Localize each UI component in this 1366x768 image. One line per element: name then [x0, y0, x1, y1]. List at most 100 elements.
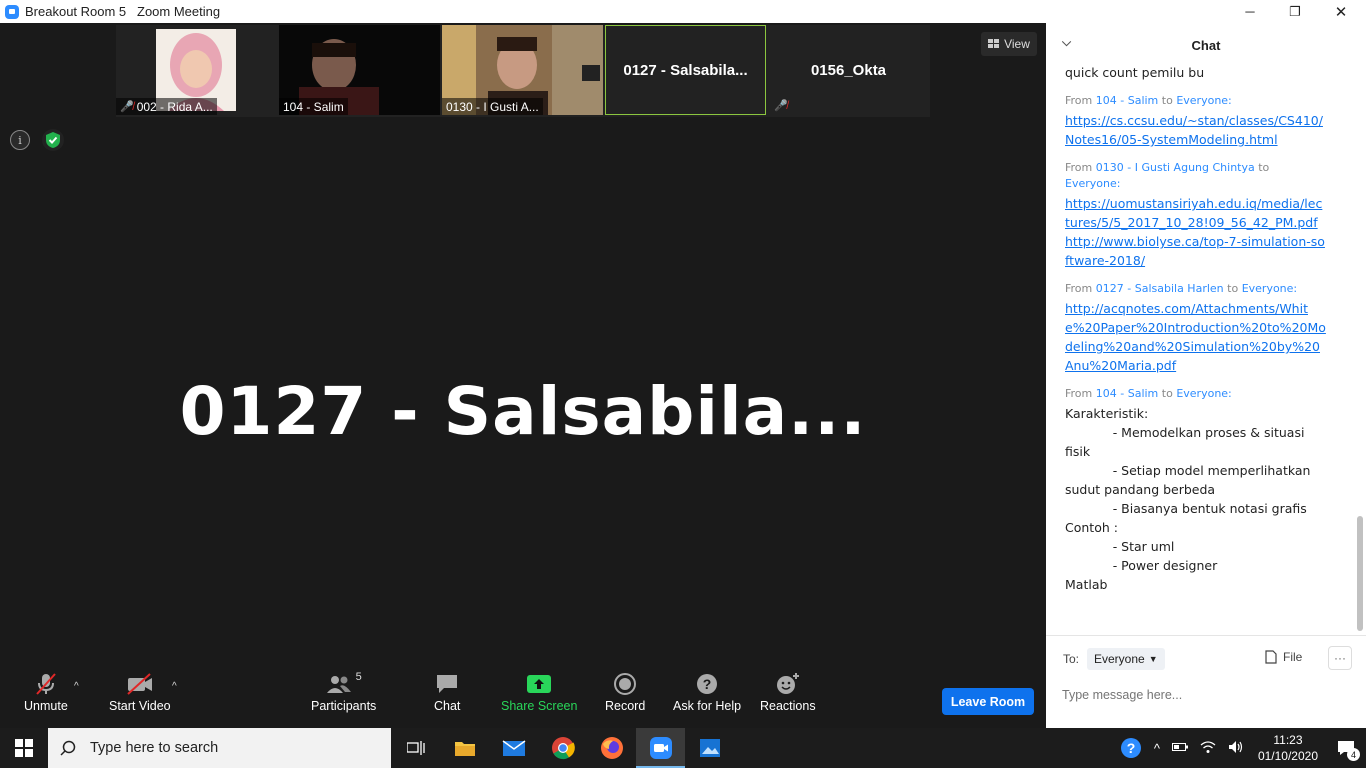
volume-icon[interactable]: [1228, 740, 1244, 757]
to-label: To:: [1063, 652, 1080, 666]
participant-tile-salsabila[interactable]: 0127 - Salsabila...: [605, 25, 766, 115]
participant-tile-igusti[interactable]: 0130 - I Gusti A...: [442, 25, 603, 115]
chat-message-link[interactable]: https://cs.ccsu.edu/~stan/classes/CS410/…: [1065, 111, 1326, 149]
encryption-shield-icon[interactable]: [42, 129, 64, 151]
taskbar-firefox[interactable]: [587, 728, 636, 768]
video-options-chevron-icon[interactable]: ^: [172, 681, 177, 692]
video-off-icon: [127, 673, 152, 695]
chat-message-sender: From 104 - Salim to Everyone:: [1065, 387, 1232, 400]
muted-microphone-icon: [36, 673, 56, 695]
participant-tile-rida[interactable]: 🎤̸ 002 - Rida A...: [116, 25, 277, 115]
wifi-icon[interactable]: [1200, 740, 1216, 757]
share-screen-button[interactable]: Share Screen: [501, 669, 577, 713]
taskbar-photos[interactable]: [685, 728, 734, 768]
gallery-grid-icon: [988, 39, 1000, 48]
windows-logo-icon: [15, 739, 33, 757]
chat-compose: To: Everyone ▼ File ···: [1046, 635, 1366, 728]
leave-room-button[interactable]: Leave Room: [942, 688, 1034, 715]
chat-message-link[interactable]: http://www.biolyse.ca/top-7-simulation-s…: [1065, 232, 1326, 270]
window-titlebar: Breakout Room 5 Zoom Meeting ─ ❐ ✕: [0, 0, 1366, 23]
participant-name-rida: 🎤̸ 002 - Rida A...: [116, 98, 217, 115]
chat-message-link[interactable]: http://acqnotes.com/Attachments/White%20…: [1065, 299, 1326, 375]
participant-tile-okta[interactable]: 0156_Okta 🎤̸: [768, 25, 929, 115]
audio-options-chevron-icon[interactable]: ^: [74, 681, 79, 692]
chat-scrollbar-thumb[interactable]: [1357, 516, 1363, 631]
system-tray: ? ^ 11:23 01/10/2020 4: [1118, 728, 1366, 768]
clock-time: 11:23: [1273, 733, 1303, 747]
recipient-dropdown[interactable]: Everyone ▼: [1087, 648, 1165, 670]
zoom-icon: [649, 737, 672, 759]
chrome-icon: [551, 737, 575, 760]
participant-name-igusti: 0130 - I Gusti A...: [442, 98, 543, 115]
minimize-button[interactable]: ─: [1227, 0, 1273, 23]
chat-panel: ⌵ Chat quick count pemilu bu From 104 - …: [1046, 23, 1366, 728]
chat-message-text: quick count pemilu bu: [1065, 65, 1205, 80]
chat-button[interactable]: Chat: [434, 669, 460, 713]
participant-tile-salim[interactable]: 104 - Salim: [279, 25, 440, 115]
participants-icon: [326, 676, 351, 693]
unmute-button[interactable]: Unmute: [24, 669, 68, 713]
muted-mic-icon: 🎤̸: [774, 100, 788, 112]
participant-name-okta: 0156_Okta: [810, 61, 887, 79]
meeting-video-area: 🎤̸ 002 - Rida A... 104 - Salim 0130 - I G: [0, 23, 1046, 663]
more-options-button[interactable]: ···: [1328, 646, 1352, 670]
chevron-down-icon: ▼: [1148, 654, 1158, 664]
chat-message-sender: From 104 - Salim to Everyone:: [1065, 94, 1232, 107]
chat-scrollbar[interactable]: [1357, 70, 1363, 633]
mail-icon: [502, 740, 525, 756]
meeting-toolbar: Unmute ^ Start Video ^ 5 Participants Ch…: [0, 663, 1046, 728]
meeting-info-icon[interactable]: i: [10, 130, 30, 150]
participants-count: 5: [355, 671, 362, 683]
reactions-smiley-icon: [776, 673, 799, 694]
collapse-chevron-icon[interactable]: ⌵: [1062, 35, 1071, 50]
taskbar-chrome[interactable]: [538, 728, 587, 768]
svg-text:?: ?: [1127, 740, 1136, 756]
participant-strip: 🎤̸ 002 - Rida A... 104 - Salim 0130 - I G: [116, 25, 930, 117]
taskbar-file-explorer[interactable]: [440, 728, 489, 768]
photos-icon: [699, 739, 720, 757]
ask-for-help-button[interactable]: ? Ask for Help: [673, 669, 741, 713]
record-button[interactable]: Record: [605, 669, 645, 713]
record-icon: [614, 673, 637, 695]
search-icon: [60, 740, 76, 756]
chat-message: From 0130 - I Gusti Agung Chintya to Eve…: [1046, 160, 1366, 270]
chat-message: From 104 - Salim to Everyone: Karakteris…: [1046, 386, 1366, 594]
taskbar-zoom[interactable]: [636, 728, 685, 768]
chat-message-sender: From 0130 - I Gusti Agung Chintya to Eve…: [1065, 161, 1270, 190]
participants-button[interactable]: 5 Participants: [311, 669, 376, 713]
windows-start-button[interactable]: [0, 728, 48, 768]
chat-message-sender: From 0127 - Salsabila Harlen to Everyone…: [1065, 282, 1298, 295]
chat-header: ⌵ Chat: [1046, 23, 1366, 67]
taskbar-search-box[interactable]: Type here to search: [48, 728, 391, 768]
window-title: Breakout Room 5 Zoom Meeting: [25, 4, 221, 19]
participant-name-salsabila: 0127 - Salsabila...: [623, 61, 748, 79]
chat-message-input[interactable]: [1062, 683, 1352, 707]
reactions-button[interactable]: Reactions: [760, 669, 816, 713]
chat-messages[interactable]: quick count pemilu bu From 104 - Salim t…: [1046, 63, 1366, 633]
svg-text:?: ?: [703, 676, 712, 692]
share-screen-icon: [527, 675, 552, 693]
taskbar-mail[interactable]: [489, 728, 538, 768]
chat-message-text: Karakteristik: - Memodelkan proses & sit…: [1065, 406, 1311, 592]
windows-taskbar: Type here to search ? ^ 11:23 01/10/2020…: [0, 728, 1366, 768]
help-question-icon: ?: [697, 674, 718, 694]
taskbar-clock[interactable]: 11:23 01/10/2020: [1258, 732, 1318, 764]
chat-message-link[interactable]: https://uomustansiriyah.edu.iq/media/lec…: [1065, 194, 1326, 232]
task-view-button[interactable]: [391, 728, 440, 768]
task-view-icon: [406, 741, 425, 755]
file-icon: [1265, 650, 1277, 664]
start-video-button[interactable]: Start Video: [109, 669, 171, 713]
view-button[interactable]: View: [981, 32, 1037, 56]
active-speaker-name: 0127 - Salsabila...: [179, 373, 867, 450]
chat-message: From 0127 - Salsabila Harlen to Everyone…: [1046, 281, 1366, 375]
close-button[interactable]: ✕: [1318, 0, 1364, 23]
zoom-logo-icon: [5, 4, 19, 19]
chat-title: Chat: [1191, 37, 1221, 53]
restore-button[interactable]: ❐: [1272, 0, 1318, 23]
show-hidden-icons-chevron-icon[interactable]: ^: [1154, 741, 1160, 756]
battery-icon[interactable]: [1171, 741, 1188, 755]
participant-name-salim: 104 - Salim: [279, 98, 348, 115]
help-tray-icon[interactable]: ?: [1118, 735, 1144, 761]
action-center-button[interactable]: 4: [1326, 728, 1366, 768]
file-button[interactable]: File: [1265, 650, 1302, 664]
